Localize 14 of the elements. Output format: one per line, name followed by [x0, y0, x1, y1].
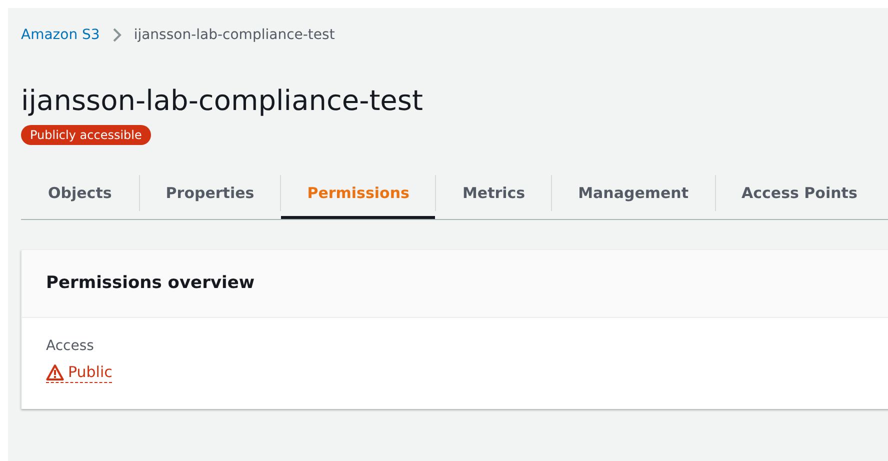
tab[interactable]: Management — [552, 167, 715, 219]
tab[interactable]: Metrics — [436, 167, 552, 219]
breadcrumb-current: ijansson-lab-compliance-test — [134, 27, 335, 43]
card-title: Permissions overview — [22, 250, 888, 318]
chevron-icon — [112, 27, 122, 43]
breadcrumb-link[interactable]: Amazon S3 — [21, 27, 100, 43]
access-link[interactable]: Public — [46, 363, 112, 383]
tab[interactable]: Properties — [140, 167, 280, 219]
status-badge: Publicly accessible — [21, 125, 151, 145]
warning-icon — [46, 364, 64, 380]
page-title: ijansson-lab-compliance-test — [21, 83, 424, 119]
field-label: Access — [46, 338, 95, 354]
tab[interactable]: Access Points — [716, 167, 884, 219]
tab[interactable]: Objects — [21, 167, 139, 219]
